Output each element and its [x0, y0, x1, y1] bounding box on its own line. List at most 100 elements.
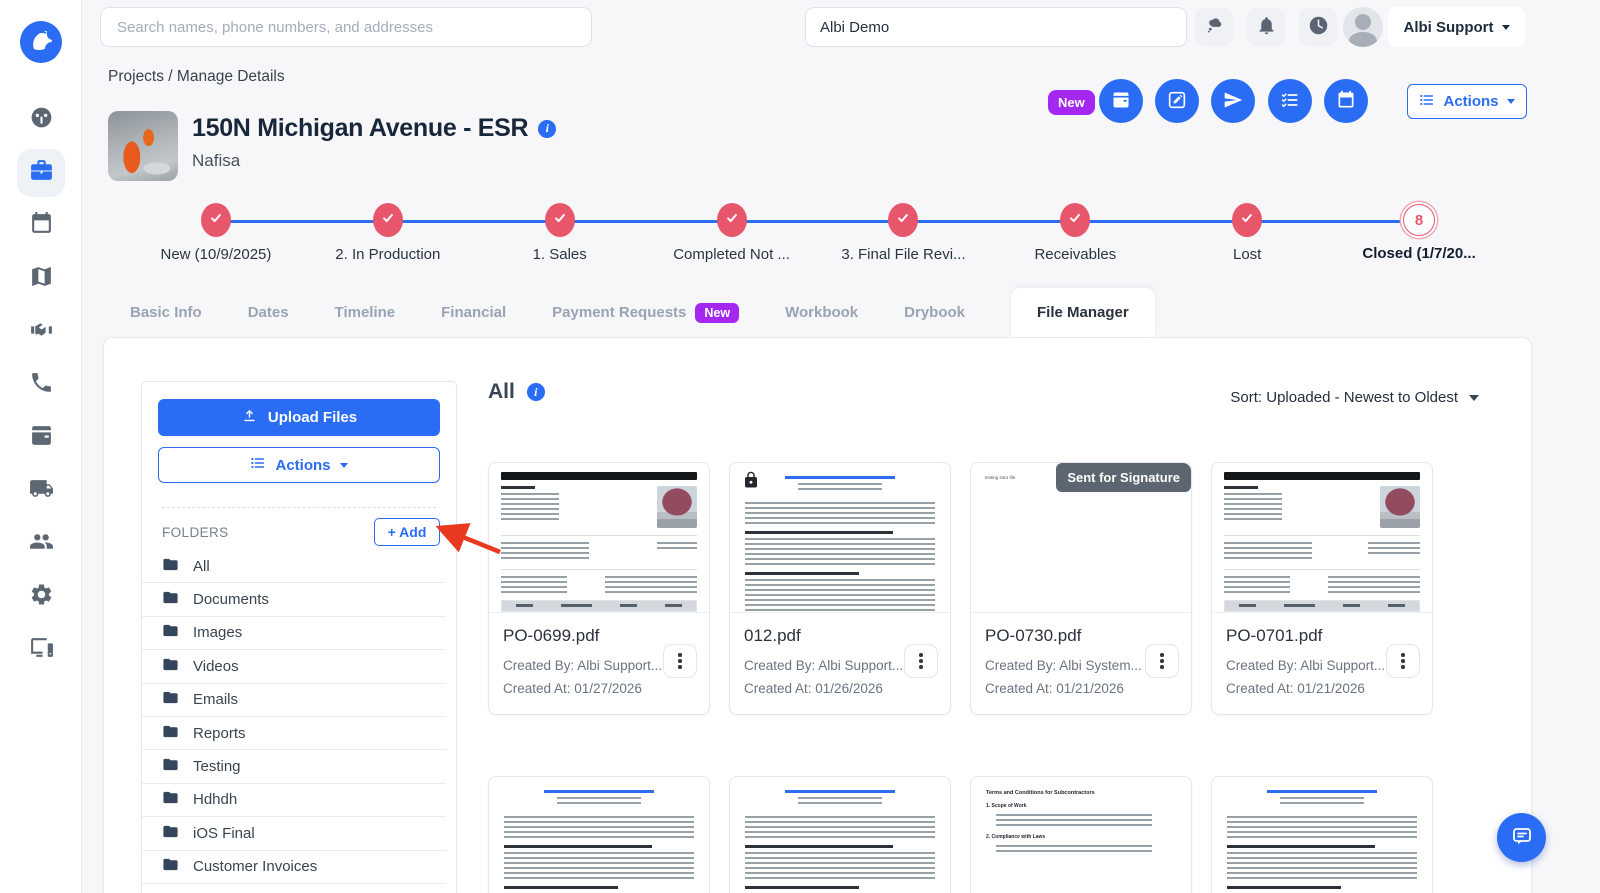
user-label: Albi Support: [1403, 18, 1494, 36]
timeline-stage-completed[interactable]: Completed Not ...: [646, 203, 818, 263]
file-name[interactable]: PO-0730.pdf: [985, 626, 1177, 646]
tab-payment-requests[interactable]: Payment Requests New: [552, 288, 740, 337]
timeline-stage-new[interactable]: New (10/9/2025): [130, 203, 302, 263]
folder-actions-label: Actions: [275, 456, 331, 474]
history-button[interactable]: [1299, 8, 1337, 46]
sidebar-item-calendar[interactable]: [17, 202, 65, 250]
thought-cloud-icon: [1204, 15, 1225, 39]
preview-text: Terms and Conditions for Subcontractors: [986, 790, 1095, 796]
send-button[interactable]: [1211, 79, 1255, 123]
notifications-button[interactable]: [1247, 8, 1285, 46]
handshake-icon: [29, 317, 54, 347]
file-preview[interactable]: [730, 777, 950, 893]
timeline-stage-label: Completed Not ...: [673, 246, 790, 263]
user-menu[interactable]: Albi Support: [1388, 7, 1525, 47]
file-preview[interactable]: [489, 463, 709, 613]
upload-files-button[interactable]: Upload Files: [158, 399, 440, 436]
file-preview[interactable]: [730, 463, 950, 613]
file-menu-button[interactable]: [1386, 644, 1420, 678]
tab-financial[interactable]: Financial: [441, 288, 506, 337]
company-input[interactable]: [805, 7, 1187, 47]
timeline-stage-closed[interactable]: 8 Closed (1/7/20...: [1333, 203, 1505, 263]
add-folder-button[interactable]: + Add: [374, 518, 440, 546]
timeline-stage-receivables[interactable]: Receivables: [989, 203, 1161, 263]
timeline-stage-sales[interactable]: 1. Sales: [474, 203, 646, 263]
folder-item-emails[interactable]: Emails: [142, 684, 446, 717]
sidebar-item-calls[interactable]: [17, 361, 65, 409]
sidebar-item-settings[interactable]: [17, 573, 65, 621]
file-preview[interactable]: [1212, 463, 1432, 613]
timeline-stage-lost[interactable]: Lost: [1161, 203, 1333, 263]
folder-item-ios-final[interactable]: iOS Final: [142, 817, 446, 851]
folder-item-all[interactable]: All: [142, 550, 446, 584]
file-card: [1211, 776, 1433, 893]
tab-dates[interactable]: Dates: [248, 288, 289, 337]
file-preview[interactable]: [1212, 777, 1432, 893]
file-card: Terms and Conditions for Subcontractors …: [970, 776, 1192, 893]
schedule-button[interactable]: [1324, 79, 1368, 123]
timeline-stage-label: 2. In Production: [335, 246, 441, 263]
file-menu-button[interactable]: [904, 644, 938, 678]
folder-item-customer-invoices[interactable]: Customer Invoices: [142, 851, 446, 884]
file-menu-button[interactable]: [663, 644, 697, 678]
info-icon[interactable]: i: [538, 119, 557, 138]
albi-logo[interactable]: [20, 21, 62, 63]
info-icon[interactable]: i: [526, 383, 545, 401]
tab-timeline[interactable]: Timeline: [335, 288, 396, 337]
check-icon: [896, 211, 910, 230]
project-actions-button[interactable]: Actions: [1407, 84, 1527, 119]
upload-files-label: Upload Files: [267, 409, 358, 426]
file-preview[interactable]: testing intro file Sent for Signature: [971, 463, 1191, 613]
timeline-stage-in-production[interactable]: 2. In Production: [302, 203, 474, 263]
edit-button[interactable]: [1155, 79, 1199, 123]
folder-actions-button[interactable]: Actions: [158, 447, 440, 483]
folder-item-reports[interactable]: Reports: [142, 717, 446, 751]
sidebar-item-deals[interactable]: [17, 308, 65, 356]
folder-item-testing[interactable]: Testing: [142, 750, 446, 784]
sidebar-item-team[interactable]: [17, 520, 65, 568]
project-thumbnail[interactable]: [108, 111, 178, 181]
preview-text: 1. Scope of Work: [986, 803, 1027, 809]
dashboard-icon: [29, 105, 54, 135]
tab-workbook[interactable]: Workbook: [785, 288, 858, 337]
folder-item-hdhdh[interactable]: Hdhdh: [142, 784, 446, 818]
folder-item-images[interactable]: Images: [142, 617, 446, 651]
payments-button[interactable]: [1099, 79, 1143, 123]
chevron-down-icon: [339, 462, 348, 468]
kebab-icon: [919, 659, 923, 663]
folder-icon: [162, 856, 179, 877]
folder-item-documents[interactable]: Documents: [142, 583, 446, 617]
sidebar-item-devices[interactable]: [17, 626, 65, 674]
file-name[interactable]: PO-0701.pdf: [1226, 626, 1418, 646]
breadcrumb-manage-details[interactable]: Manage Details: [177, 68, 285, 85]
file-preview[interactable]: [489, 777, 709, 893]
clock-icon: [1308, 15, 1329, 39]
sort-dropdown[interactable]: Sort: Uploaded - Newest to Oldest: [1230, 389, 1479, 406]
tab-drybook[interactable]: Drybook: [904, 288, 965, 337]
chevron-down-icon: [1469, 394, 1479, 401]
folder-item-videos[interactable]: Videos: [142, 650, 446, 684]
sidebar-item-logistics[interactable]: [17, 467, 65, 515]
search-input[interactable]: [100, 7, 592, 47]
file-card: [729, 776, 951, 893]
file-preview[interactable]: Terms and Conditions for Subcontractors …: [971, 777, 1191, 893]
sidebar-item-projects[interactable]: [17, 149, 65, 197]
sidebar-item-map[interactable]: [17, 255, 65, 303]
tab-file-manager[interactable]: File Manager: [1011, 288, 1155, 337]
sidebar-item-dashboard[interactable]: [17, 96, 65, 144]
file-name[interactable]: 012.pdf: [744, 626, 936, 646]
thought-cloud-button[interactable]: [1195, 8, 1233, 46]
chat-fab-button[interactable]: [1497, 813, 1546, 862]
new-badge: New: [1048, 90, 1095, 115]
timeline-stage-final-file-review[interactable]: 3. Final File Revi...: [818, 203, 990, 263]
avatar[interactable]: [1343, 7, 1383, 47]
folder-icon: [162, 589, 179, 610]
sidebar-item-billing[interactable]: [17, 414, 65, 462]
file-name[interactable]: PO-0699.pdf: [503, 626, 695, 646]
folder-icon: [162, 556, 179, 577]
tab-basic-info[interactable]: Basic Info: [130, 288, 202, 337]
sidebar: [0, 0, 82, 893]
tasks-button[interactable]: [1268, 79, 1312, 123]
breadcrumb-projects[interactable]: Projects: [108, 68, 164, 85]
file-menu-button[interactable]: [1145, 644, 1179, 678]
